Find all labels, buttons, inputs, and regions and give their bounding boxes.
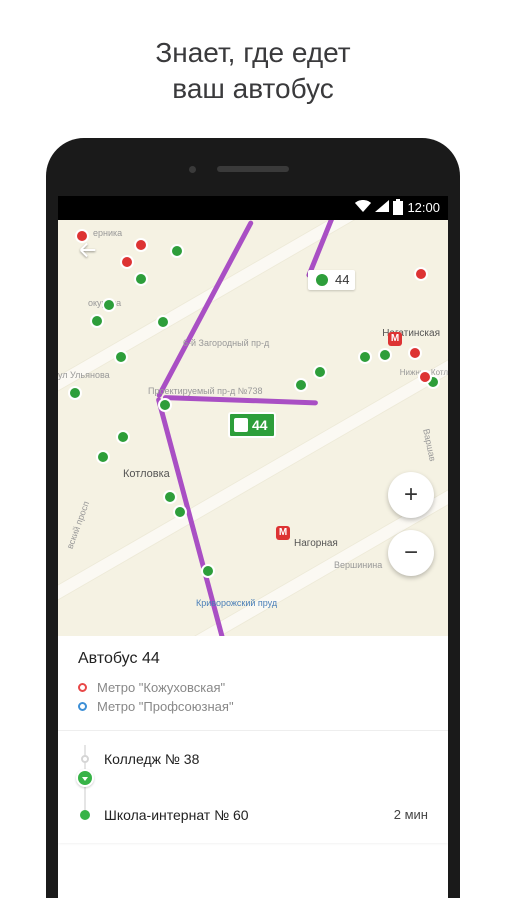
status-time: 12:00 <box>407 200 440 215</box>
bus-stop-icon[interactable] <box>134 272 148 286</box>
bus-badge-number: 44 <box>252 417 268 433</box>
minus-icon: − <box>404 539 418 567</box>
back-button[interactable] <box>72 234 104 266</box>
bus-stop-icon[interactable] <box>418 370 432 384</box>
bus-stop-icon[interactable] <box>170 244 184 258</box>
bus-stop-icon[interactable] <box>173 505 187 519</box>
stop-name: Школа-интернат № 60 <box>104 807 394 823</box>
signal-icon <box>375 200 389 215</box>
headline-line1: Знает, где едет <box>155 37 350 68</box>
map-label-nagornaya: Нагорная <box>294 538 338 549</box>
stop-row[interactable]: Колледж № 38 <box>78 745 428 773</box>
route-title: Автобус 44 <box>78 650 428 668</box>
bus-stop-icon[interactable] <box>134 238 148 252</box>
stop-connector <box>78 773 428 801</box>
stop-name: Колледж № 38 <box>104 751 428 767</box>
stop-dot-icon <box>81 755 89 763</box>
wifi-icon <box>355 200 371 215</box>
map-label-kotlovka: Котловка <box>123 468 170 480</box>
bus-stop-icon[interactable] <box>102 298 116 312</box>
map-label: 6-й Загородный пр-д <box>183 338 269 348</box>
map-label: Криворожский пруд <box>196 598 277 608</box>
bus-stop-icon[interactable] <box>90 314 104 328</box>
map-label: Вершинина <box>334 560 382 570</box>
bus-stop-icon[interactable] <box>378 348 392 362</box>
map-label: вский просп <box>65 500 91 550</box>
stop-row[interactable]: Школа-интернат № 60 2 мин <box>78 801 428 829</box>
bus-stop-icon[interactable] <box>68 386 82 400</box>
bus-stop-icon[interactable] <box>163 490 177 504</box>
endpoint-dot-icon <box>78 683 87 692</box>
bus-stop-icon[interactable] <box>408 346 422 360</box>
bus-stop-icon[interactable] <box>116 430 130 444</box>
metro-icon[interactable]: М <box>276 526 290 540</box>
stop-eta: 2 мин <box>394 807 428 822</box>
zoom-in-button[interactable]: + <box>388 472 434 518</box>
endpoint-start: Метро "Кожуховская" <box>78 678 428 697</box>
route-panel: Автобус 44 Метро "Кожуховская" Метро "Пр… <box>58 636 448 843</box>
headline-line2: ваш автобус <box>172 73 333 104</box>
status-bar: 12:00 <box>58 196 448 220</box>
bus-position-icon <box>76 769 94 787</box>
speaker <box>217 166 289 172</box>
map-label: Варшав <box>421 428 438 462</box>
route-header[interactable]: Автобус 44 Метро "Кожуховская" Метро "Пр… <box>58 636 448 730</box>
bus-stop-icon <box>314 272 330 288</box>
bus-stop-icon[interactable] <box>358 350 372 364</box>
stop-callout[interactable]: 44 <box>308 270 355 290</box>
stops-list[interactable]: Колледж № 38 Школа-интернат № 60 2 мин <box>58 730 448 843</box>
stop-dot-icon <box>80 810 90 820</box>
promo-headline: Знает, где едет ваш автобус <box>0 0 506 138</box>
stop-label-text: 44 <box>335 272 349 287</box>
plus-icon: + <box>404 481 418 509</box>
screen: 12:00 Котловка 6-й Загородный пр-д Проек… <box>58 196 448 898</box>
zoom-out-button[interactable]: − <box>388 530 434 576</box>
endpoint-b-label: Метро "Профсоюзная" <box>97 699 234 714</box>
map[interactable]: Котловка 6-й Загородный пр-д Проектируем… <box>58 220 448 636</box>
endpoint-end: Метро "Профсоюзная" <box>78 697 428 716</box>
bus-stop-icon[interactable] <box>120 255 134 269</box>
battery-icon <box>393 201 403 215</box>
endpoint-dot-icon <box>78 702 87 711</box>
bus-stop-icon[interactable] <box>96 450 110 464</box>
map-label: Проектируемый пр-д №738 <box>148 386 262 396</box>
bus-location-badge[interactable]: 44 <box>228 412 276 438</box>
bus-icon <box>234 418 248 432</box>
bus-stop-icon[interactable] <box>414 267 428 281</box>
bus-stop-icon[interactable] <box>313 365 327 379</box>
bus-stop-icon[interactable] <box>294 378 308 392</box>
bus-stop-icon[interactable] <box>201 564 215 578</box>
endpoint-a-label: Метро "Кожуховская" <box>97 680 225 695</box>
map-bg: Котловка 6-й Загородный пр-д Проектируем… <box>58 220 448 636</box>
metro-icon[interactable]: М <box>388 332 402 346</box>
bus-stop-icon[interactable] <box>158 398 172 412</box>
map-label: ул Ульянова <box>58 370 110 380</box>
bus-stop-icon[interactable] <box>156 315 170 329</box>
bus-stop-icon[interactable] <box>114 350 128 364</box>
phone-frame: 12:00 Котловка 6-й Загородный пр-д Проек… <box>46 138 460 898</box>
